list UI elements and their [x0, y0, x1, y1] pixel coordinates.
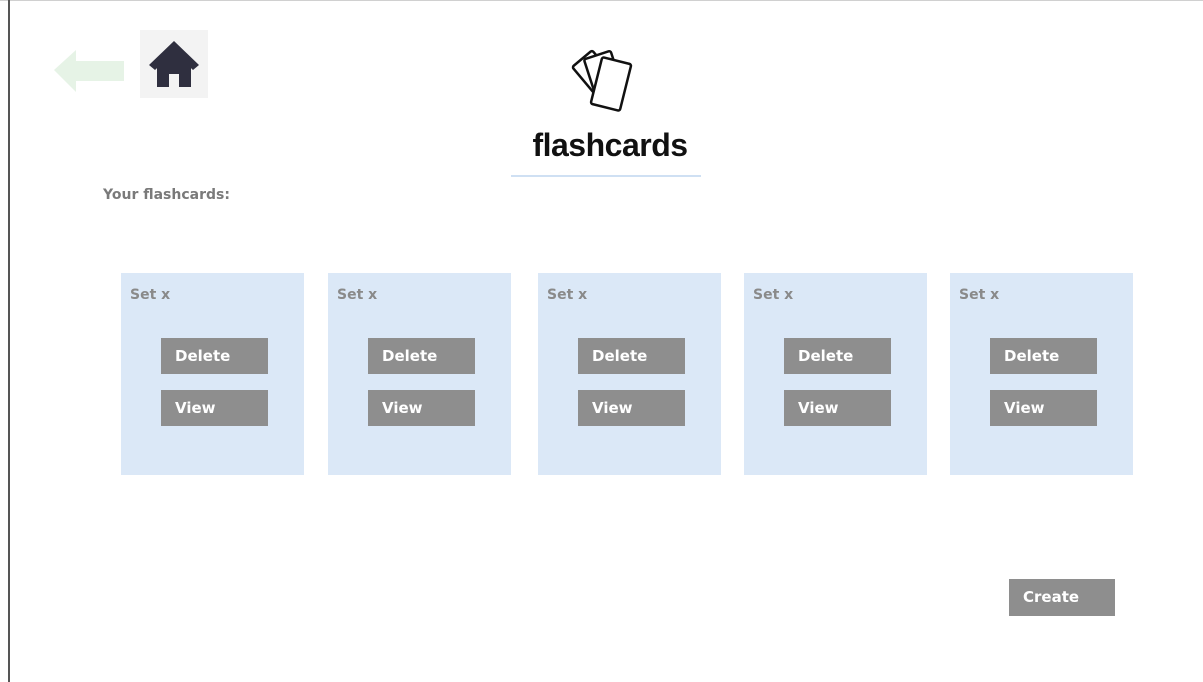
set-card: Set x Delete View — [121, 273, 304, 475]
app-logo: flashcards — [510, 44, 710, 189]
view-button[interactable]: View — [161, 390, 268, 426]
set-card: Set x Delete View — [950, 273, 1133, 475]
delete-button[interactable]: Delete — [368, 338, 475, 374]
set-title: Set x — [753, 287, 794, 303]
top-border — [0, 0, 1203, 1]
set-card: Set x Delete View — [744, 273, 927, 475]
delete-button[interactable]: Delete — [161, 338, 268, 374]
view-button[interactable]: View — [368, 390, 475, 426]
set-title: Set x — [547, 287, 588, 303]
set-card: Set x Delete View — [538, 273, 721, 475]
set-title: Set x — [337, 287, 378, 303]
cards-icon — [571, 49, 633, 112]
logo-title: flashcards — [532, 127, 688, 163]
delete-button[interactable]: Delete — [578, 338, 685, 374]
set-title: Set x — [959, 287, 1000, 303]
delete-button[interactable]: Delete — [784, 338, 891, 374]
view-button[interactable]: View — [578, 390, 685, 426]
left-border — [8, 0, 10, 682]
logo-underline — [511, 175, 701, 177]
home-icon — [149, 41, 199, 87]
delete-button[interactable]: Delete — [990, 338, 1097, 374]
home-button[interactable] — [140, 30, 208, 98]
arrow-left-icon — [54, 50, 124, 92]
section-label: Your flashcards: — [103, 187, 230, 203]
create-button[interactable]: Create — [1009, 579, 1115, 616]
back-button[interactable] — [54, 50, 124, 94]
view-button[interactable]: View — [990, 390, 1097, 426]
view-button[interactable]: View — [784, 390, 891, 426]
set-title: Set x — [130, 287, 171, 303]
set-card: Set x Delete View — [328, 273, 511, 475]
